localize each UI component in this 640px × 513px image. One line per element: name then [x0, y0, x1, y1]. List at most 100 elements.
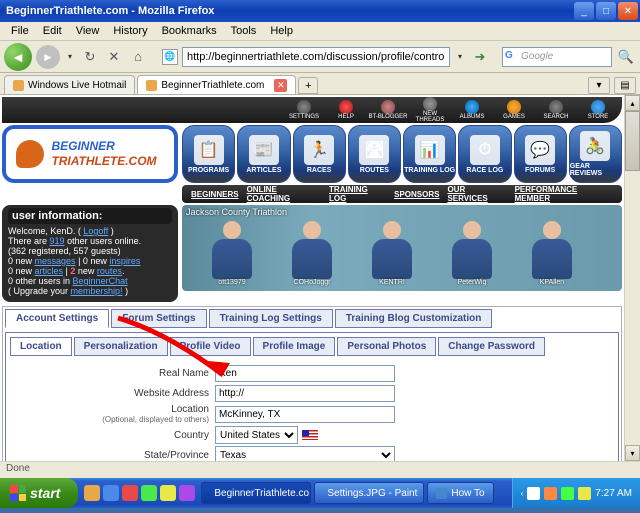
go-button[interactable]: ➜: [470, 47, 490, 67]
articles-link[interactable]: articles: [35, 266, 64, 276]
ql-icon[interactable]: [160, 485, 176, 501]
tray-icon[interactable]: [578, 487, 591, 500]
close-button[interactable]: ✕: [618, 2, 638, 20]
articles-line: 0 new articles | 2 new routes.: [8, 266, 172, 276]
tab-training-blog-customization[interactable]: Training Blog Customization: [335, 309, 493, 328]
menu-bookmarks[interactable]: Bookmarks: [155, 23, 224, 39]
tray-icon[interactable]: [544, 487, 557, 500]
subtab-profile-video[interactable]: Profile Video: [170, 337, 251, 356]
country-select[interactable]: United States: [215, 426, 298, 444]
inspires-link[interactable]: inspires: [109, 256, 140, 266]
menu-edit[interactable]: Edit: [36, 23, 69, 39]
nav-gear-reviews[interactable]: 🚴GEAR REVIEWS: [569, 125, 622, 183]
scroll-down-icon[interactable]: ▾: [625, 445, 640, 461]
ql-icon[interactable]: [122, 485, 138, 501]
real-name-input[interactable]: [215, 365, 395, 382]
site-logo[interactable]: BEGINNER TRIATHLETE.COM: [2, 125, 178, 183]
task-firefox[interactable]: BeginnerTriathlete.co...: [201, 482, 311, 504]
menu-history[interactable]: History: [106, 23, 154, 39]
nav-programs[interactable]: 📋PROGRAMS: [182, 125, 235, 183]
nav-forums[interactable]: 💬FORUMS: [514, 125, 567, 183]
start-button[interactable]: start: [0, 478, 78, 508]
top-albums[interactable]: ALBUMS: [452, 100, 492, 120]
subnav-coaching[interactable]: ONLINE COACHING: [244, 185, 324, 203]
close-tab-icon[interactable]: ✕: [274, 79, 287, 92]
menu-help[interactable]: Help: [263, 23, 300, 39]
subnav-training-log[interactable]: TRAINING LOG: [326, 185, 389, 203]
tab-overflow-button[interactable]: ▤: [614, 77, 636, 94]
top-search[interactable]: SEARCH: [536, 100, 576, 120]
task-howto[interactable]: How To: [427, 482, 493, 504]
beginnerchat-link[interactable]: BeginnerChat: [73, 276, 128, 286]
maximize-button[interactable]: □: [596, 2, 616, 20]
messages-link[interactable]: messages: [35, 256, 76, 266]
online-users-link[interactable]: 919: [50, 236, 65, 246]
tab-hotmail[interactable]: Windows Live Hotmail: [4, 75, 135, 94]
tray-icon[interactable]: [527, 487, 540, 500]
race-banner[interactable]: Jackson County Triathlon ott13979 COHoJo…: [182, 205, 622, 291]
address-dropdown[interactable]: ▾: [454, 52, 466, 61]
scroll-up-icon[interactable]: ▴: [625, 95, 640, 111]
tab-forum-settings[interactable]: Forum Settings: [111, 309, 206, 328]
new-tab-button[interactable]: +: [298, 77, 318, 94]
subtab-personal-photos[interactable]: Personal Photos: [337, 337, 436, 356]
tab-beginnertriathlete[interactable]: BeginnerTriathlete.com ✕: [137, 75, 296, 94]
nav-articles[interactable]: 📰ARTICLES: [237, 125, 290, 183]
clock[interactable]: 7:27 AM: [595, 488, 632, 499]
menu-view[interactable]: View: [69, 23, 107, 39]
stop-button[interactable]: ✕: [104, 47, 124, 67]
top-games[interactable]: GAMES: [494, 100, 534, 120]
search-box[interactable]: G Google: [502, 47, 612, 67]
subtab-change-password[interactable]: Change Password: [438, 337, 545, 356]
routes-link[interactable]: routes: [97, 266, 122, 276]
subnav-services[interactable]: OUR SERVICES: [444, 185, 509, 203]
vertical-scrollbar[interactable]: ▴ ▾: [624, 95, 640, 461]
history-dropdown[interactable]: ▾: [64, 52, 76, 61]
store-icon: [591, 100, 605, 114]
minimize-button[interactable]: _: [574, 2, 594, 20]
main-tab-list: Account Settings Forum Settings Training…: [5, 309, 619, 328]
nav-races[interactable]: 🏃RACES: [293, 125, 346, 183]
top-blogger[interactable]: BT-BLOGGER: [368, 100, 408, 120]
home-button[interactable]: ⌂: [128, 47, 148, 67]
nav-training-log[interactable]: 📊TRAINING LOG: [403, 125, 456, 183]
back-button[interactable]: ◄: [4, 43, 32, 71]
state-select[interactable]: Texas: [215, 446, 395, 461]
subnav-sponsors[interactable]: SPONSORS: [391, 190, 442, 199]
location-input[interactable]: [215, 406, 395, 423]
menu-file[interactable]: File: [4, 23, 36, 39]
ql-icon[interactable]: [141, 485, 157, 501]
top-help[interactable]: HELP: [326, 100, 366, 120]
system-tray[interactable]: ‹ 7:27 AM: [512, 478, 640, 508]
subnav-beginners[interactable]: BEGINNERS: [188, 190, 242, 199]
subtab-personalization[interactable]: Personalization: [74, 337, 168, 356]
subnav-performance[interactable]: PERFORMANCE MEMBER: [512, 185, 616, 203]
top-settings[interactable]: SETTINGS: [284, 100, 324, 120]
tab-account-settings[interactable]: Account Settings: [5, 309, 109, 328]
tab-training-log-settings[interactable]: Training Log Settings: [209, 309, 333, 328]
task-paint[interactable]: Settings.JPG - Paint: [314, 482, 424, 504]
scroll-thumb[interactable]: [625, 111, 640, 171]
membership-link[interactable]: membership!: [71, 286, 123, 296]
logoff-link[interactable]: Logoff: [83, 226, 108, 236]
ql-icon[interactable]: [84, 485, 100, 501]
subtab-location[interactable]: Location: [10, 337, 72, 356]
tray-expand-icon[interactable]: ‹: [521, 489, 524, 498]
ql-icon[interactable]: [103, 485, 119, 501]
tray-icon[interactable]: [561, 487, 574, 500]
top-threads[interactable]: NEW THREADS: [410, 97, 450, 123]
sub-tab-list: Location Personalization Profile Video P…: [10, 337, 614, 356]
tab-list-button[interactable]: ▾: [588, 77, 610, 94]
address-bar[interactable]: [182, 47, 450, 67]
menu-tools[interactable]: Tools: [224, 23, 264, 39]
top-store[interactable]: STORE: [578, 100, 618, 120]
nav-routes[interactable]: 🛣ROUTES: [348, 125, 401, 183]
nav-race-log[interactable]: ⏱RACE LOG: [458, 125, 511, 183]
website-input[interactable]: [215, 385, 395, 402]
search-go-button[interactable]: 🔍: [616, 47, 636, 67]
forward-button[interactable]: ►: [36, 45, 60, 69]
subtab-profile-image[interactable]: Profile Image: [253, 337, 336, 356]
reload-button[interactable]: ↻: [80, 47, 100, 67]
tab-label: BeginnerTriathlete.com: [161, 80, 264, 91]
ql-icon[interactable]: [179, 485, 195, 501]
